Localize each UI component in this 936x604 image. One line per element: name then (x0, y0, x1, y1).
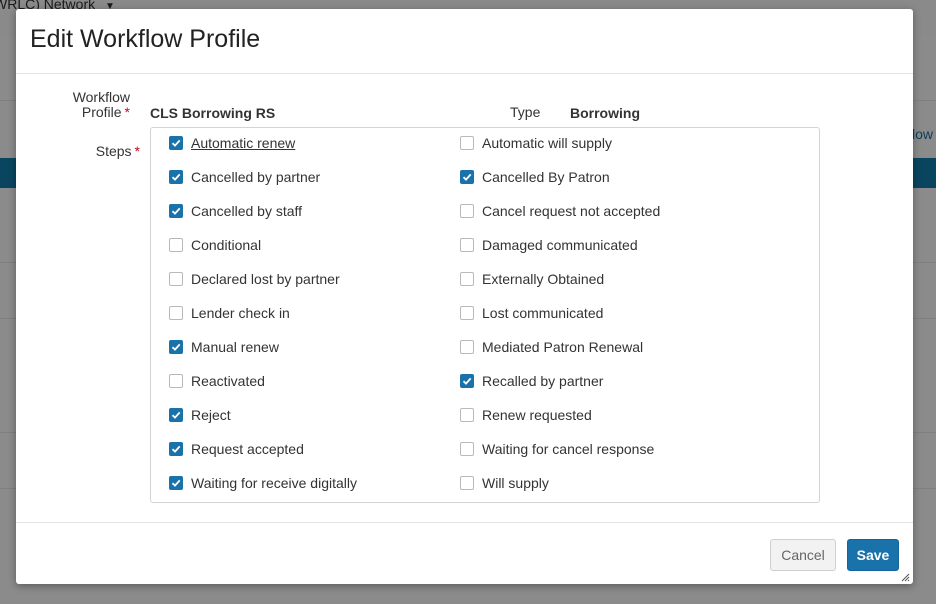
checkmark-icon (171, 411, 181, 419)
checkmark-icon (462, 377, 472, 385)
step-checkbox[interactable] (460, 306, 474, 320)
step-lost-communicated[interactable]: Lost communicated (460, 304, 603, 322)
step-checkbox[interactable] (169, 306, 183, 320)
checkmark-icon (171, 207, 181, 215)
step-reactivated[interactable]: Reactivated (169, 372, 265, 390)
workflow-profile-label-line1: Workflow (72, 89, 130, 105)
step-label: Cancelled by staff (191, 203, 303, 219)
step-cancel-request-not-accepted[interactable]: Cancel request not accepted (460, 202, 660, 220)
step-label: Damaged communicated (482, 237, 638, 253)
step-conditional[interactable]: Conditional (169, 236, 261, 254)
step-label: Cancel request not accepted (482, 203, 661, 219)
dialog-body: Workflow Profile * CLS Borrowing RS Type … (16, 74, 913, 522)
step-label: Lender check in (191, 305, 290, 321)
step-checkbox[interactable] (169, 272, 183, 286)
step-request-accepted[interactable]: Request accepted (169, 440, 304, 458)
step-label: Cancelled by partner (191, 169, 321, 185)
step-checkbox[interactable] (169, 442, 183, 456)
step-label: Request accepted (191, 441, 304, 457)
step-checkbox[interactable] (169, 238, 183, 252)
step-label: Reactivated (191, 373, 265, 389)
step-externally-obtained[interactable]: Externally Obtained (460, 270, 604, 288)
step-checkbox[interactable] (169, 340, 183, 354)
step-checkbox[interactable] (460, 272, 474, 286)
step-checkbox[interactable] (169, 204, 183, 218)
step-checkbox[interactable] (169, 136, 183, 150)
checkmark-icon (171, 343, 181, 351)
step-waiting-for-cancel-response[interactable]: Waiting for cancel response (460, 440, 654, 458)
step-checkbox[interactable] (169, 170, 183, 184)
type-label: Type (510, 104, 541, 120)
step-renew-requested[interactable]: Renew requested (460, 406, 592, 424)
checkmark-icon (171, 139, 181, 147)
checkmark-icon (171, 479, 181, 487)
step-label: Waiting for receive digitally (191, 475, 357, 491)
step-automatic-renew[interactable]: Automatic renew (169, 134, 295, 152)
checkmark-icon (171, 445, 181, 453)
edit-workflow-profile-dialog: Edit Workflow Profile Workflow Profile * … (16, 9, 913, 584)
step-label: Externally Obtained (482, 271, 605, 287)
steps-label-text: Steps (95, 143, 132, 159)
step-checkbox[interactable] (169, 476, 183, 490)
step-label: Mediated Patron Renewal (482, 339, 644, 355)
step-mediated-patron-renewal[interactable]: Mediated Patron Renewal (460, 338, 643, 356)
dialog-title: Edit Workflow Profile (30, 25, 261, 53)
cancel-button[interactable]: Cancel (770, 539, 836, 571)
steps-checkbox-group: Automatic renew Cancelled by partner Cance… (150, 127, 820, 503)
step-checkbox[interactable] (169, 374, 183, 388)
step-recalled-by-partner[interactable]: Recalled by partner (460, 372, 603, 390)
step-damaged-communicated[interactable]: Damaged communicated (460, 236, 638, 254)
workflow-profile-label-line2: Profile (81, 104, 122, 120)
step-label: Automatic renew (191, 135, 296, 151)
required-marker: * (124, 104, 130, 120)
step-label: Waiting for cancel response (482, 441, 655, 457)
step-label: Will supply (482, 475, 549, 491)
step-checkbox[interactable] (460, 476, 474, 490)
resize-grip-icon[interactable] (900, 572, 910, 582)
workflow-profile-label: Workflow Profile * (56, 90, 130, 120)
step-waiting-for-receive-digitally[interactable]: Waiting for receive digitally (169, 474, 357, 492)
step-label: Declared lost by partner (191, 271, 340, 287)
step-label: Lost communicated (482, 305, 604, 321)
required-marker: * (134, 143, 140, 159)
step-checkbox[interactable] (460, 204, 474, 218)
background-partial-text: low (912, 126, 934, 142)
step-reject[interactable]: Reject (169, 406, 231, 424)
step-label: Automatic will supply (482, 135, 612, 151)
step-label: Cancelled By Patron (482, 169, 610, 185)
dialog-header: Edit Workflow Profile (16, 9, 913, 74)
step-label: Reject (191, 407, 231, 423)
step-declared-lost-by-partner[interactable]: Declared lost by partner (169, 270, 340, 288)
steps-label: Steps * (76, 144, 140, 159)
step-label: Renew requested (482, 407, 592, 423)
step-checkbox[interactable] (460, 340, 474, 354)
save-button[interactable]: Save (847, 539, 899, 571)
step-label: Recalled by partner (482, 373, 604, 389)
step-label: Conditional (191, 237, 262, 253)
step-automatic-will-supply[interactable]: Automatic will supply (460, 134, 612, 152)
step-cancelled-by-staff[interactable]: Cancelled by staff (169, 202, 302, 220)
step-checkbox[interactable] (460, 136, 474, 150)
step-cancelled-by-partner[interactable]: Cancelled by partner (169, 168, 320, 186)
step-checkbox[interactable] (460, 442, 474, 456)
step-label: Manual renew (191, 339, 279, 355)
dialog-footer: Cancel Save (16, 522, 913, 585)
step-will-supply[interactable]: Will supply (460, 474, 549, 492)
type-value: Borrowing (570, 105, 640, 121)
step-manual-renew[interactable]: Manual renew (169, 338, 279, 356)
checkmark-icon (171, 173, 181, 181)
step-checkbox[interactable] (169, 408, 183, 422)
step-checkbox[interactable] (460, 374, 474, 388)
step-checkbox[interactable] (460, 408, 474, 422)
workflow-profile-value: CLS Borrowing RS (150, 105, 276, 121)
step-cancelled-by-patron[interactable]: Cancelled By Patron (460, 168, 610, 186)
step-lender-check-in[interactable]: Lender check in (169, 304, 290, 322)
step-checkbox[interactable] (460, 238, 474, 252)
checkmark-icon (462, 173, 472, 181)
step-checkbox[interactable] (460, 170, 474, 184)
